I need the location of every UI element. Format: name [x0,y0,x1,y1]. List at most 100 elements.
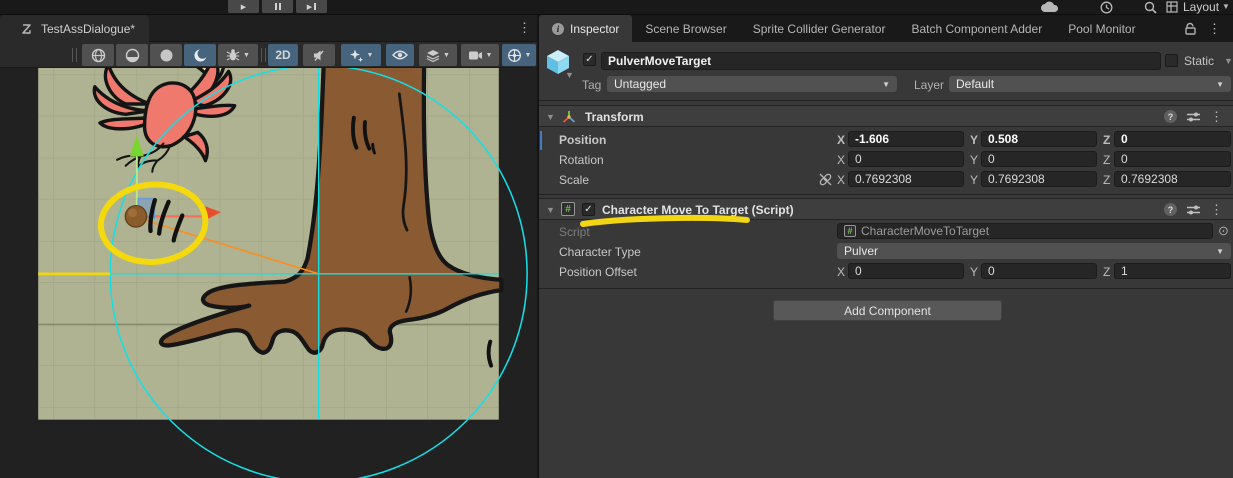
presets-icon[interactable] [1187,204,1200,216]
shading-mode-shaded-button[interactable] [184,44,216,66]
axis-z-label: Z [1103,265,1110,279]
layer-value: Default [956,77,994,91]
shading-mode-shaded-wire-button[interactable] [116,44,148,66]
scene-canvas [0,68,537,478]
layers-button[interactable]: ▼ [419,44,457,66]
shading-mode-wireframe-button[interactable] [82,44,114,66]
position-x-field[interactable]: -1.606 [848,131,964,147]
tab-label: Scene Browser [645,22,726,36]
history-clock-icon[interactable] [1100,1,1113,14]
help-icon[interactable]: ? [1164,110,1177,123]
check-icon: ✓ [584,205,592,215]
tab-inspector[interactable]: i Inspector [539,15,632,42]
lock-icon[interactable] [1185,22,1196,35]
axis-y-label: Y [970,173,978,187]
rotation-y-field[interactable]: 0 [981,151,1097,167]
scene-window-menu-icon[interactable]: ⋮ [518,21,531,34]
script-object-value: CharacterMoveToTarget [861,224,989,238]
gizmos-dropdown-arrow-icon: ▼ [525,52,532,59]
presets-icon[interactable] [1187,111,1200,123]
gizmo-sphere-icon [507,48,522,63]
transform-component-header[interactable]: ▼ Transform ? ⋮ [539,105,1233,127]
unity-editor-window: ▶ ▶ Layout ▼ [0,0,1233,478]
muted-speaker-icon [312,48,327,63]
solid-sphere-icon [159,48,174,63]
step-icon: ▶ [307,3,312,11]
static-dropdown-arrow-icon[interactable]: ▼ [1224,56,1233,66]
position-offset-y-field[interactable]: 0 [981,263,1097,279]
script-enabled-checkbox[interactable]: ✓ [582,203,595,216]
camera-settings-button[interactable]: ▼ [461,44,499,66]
add-component-button[interactable]: Add Component [773,300,1002,321]
axis-x-label: X [837,133,845,147]
position-y-field[interactable]: 0.508 [981,131,1097,147]
position-offset-z-field[interactable]: 1 [1114,263,1231,279]
rotation-x-field[interactable]: 0 [848,151,964,167]
axis-y-label: Y [970,265,978,279]
tab-scene-browser[interactable]: Scene Browser [632,15,739,42]
script-component-header[interactable]: ▼ # ✓ Character Move To Target (Script) … [539,198,1233,220]
pause-icon [275,3,277,10]
character-type-dropdown[interactable]: Pulver ▼ [837,243,1231,259]
debug-mode-button[interactable]: ▼ [218,44,258,66]
inspector-info-icon: i [552,23,564,35]
eye-icon [392,49,408,61]
tab-sprite-collider-generator[interactable]: Sprite Collider Generator [740,15,899,42]
audio-mute-toggle[interactable] [303,44,335,66]
layout-dropdown-arrow-icon[interactable]: ▼ [1222,2,1230,11]
layers-icon [426,49,440,62]
2d-mode-toggle[interactable]: 2D [268,44,298,66]
gameobject-active-checkbox[interactable]: ✓ [583,53,596,66]
component-menu-icon[interactable]: ⋮ [1210,110,1223,123]
shading-mode-unlit-button[interactable] [150,44,182,66]
layout-dropdown[interactable]: Layout [1183,0,1219,14]
scene-visibility-toggle[interactable] [386,44,414,66]
position-z-field[interactable]: 0 [1114,131,1231,147]
dropdown-arrow-icon: ▼ [1216,80,1224,89]
scale-y-field[interactable]: 0.7692308 [981,171,1097,187]
scale-z-field[interactable]: 0.7692308 [1114,171,1231,187]
help-icon[interactable]: ? [1164,203,1177,216]
layers-dropdown-arrow-icon: ▼ [443,52,450,59]
effects-toggle[interactable]: ▼ [341,44,381,66]
cloud-icon[interactable] [1040,1,1064,13]
inspector-menu-icon[interactable]: ⋮ [1208,22,1221,35]
gameobject-name-field[interactable]: PulverMoveTarget [601,52,1161,70]
scene-tab-bar: TestAssDialogue* ⋮ [0,15,537,42]
component-menu-icon[interactable]: ⋮ [1210,203,1223,216]
scene-tab[interactable]: TestAssDialogue* [0,15,149,42]
toolbar-drag-handle[interactable] [261,48,266,62]
constrain-proportions-icon[interactable] [818,172,833,187]
script-component-title: Character Move To Target (Script) [602,203,794,217]
static-checkbox[interactable] [1165,54,1178,67]
layer-dropdown[interactable]: Default ▼ [949,76,1231,92]
crescent-sphere-icon [193,48,208,63]
rotation-z-field[interactable]: 0 [1114,151,1231,167]
camera-dropdown-arrow-icon: ▼ [486,52,493,59]
csharp-script-icon: # [844,225,856,237]
play-button[interactable]: ▶ [228,0,259,13]
gizmos-button[interactable]: ▼ [502,44,536,66]
scene-viewport[interactable] [0,68,537,478]
search-icon[interactable] [1144,1,1157,14]
scale-x-field[interactable]: 0.7692308 [848,171,964,187]
tab-label: Batch Component Adder [911,22,1042,36]
layer-label: Layer [914,78,944,92]
tab-batch-component-adder[interactable]: Batch Component Adder [898,15,1055,42]
object-picker-icon[interactable]: ⊙ [1218,224,1229,237]
position-offset-x-field[interactable]: 0 [848,263,964,279]
toolbar-drag-handle[interactable] [72,48,77,62]
gameobject-icon-dropdown-icon[interactable]: ▼ [565,70,574,80]
tab-pool-monitor[interactable]: Pool Monitor [1055,15,1148,42]
character-type-value: Pulver [844,244,878,258]
move-target-handle[interactable] [125,206,146,227]
tag-dropdown[interactable]: Untagged ▼ [607,76,897,92]
step-button[interactable]: ▶ [296,0,327,13]
pause-button[interactable] [262,0,293,13]
script-object-field[interactable]: # CharacterMoveToTarget [837,223,1213,239]
script-foldout-icon[interactable]: ▼ [546,205,555,215]
axis-x-label: X [837,153,845,167]
axis-y-label: Y [970,153,978,167]
tab-label: Inspector [570,22,619,36]
transform-foldout-icon[interactable]: ▼ [546,112,555,122]
